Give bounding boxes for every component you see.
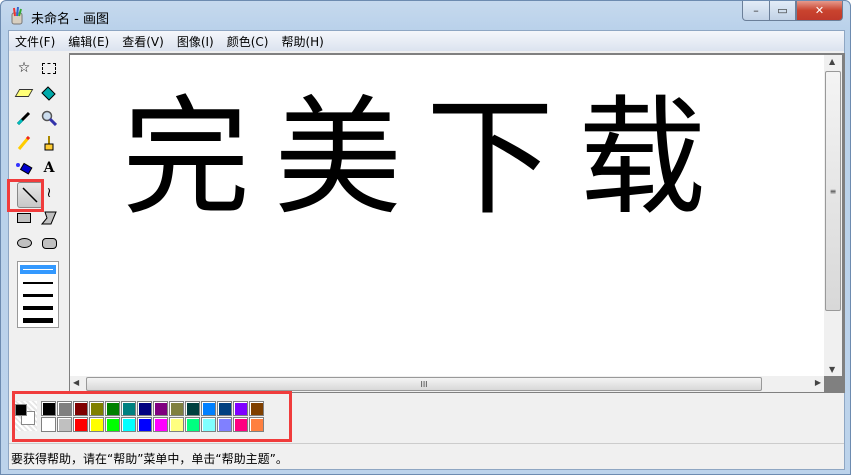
paint-app-icon [11, 7, 23, 25]
status-text: 要获得帮助，请在“帮助”菜单中，单击“帮助主题”。 [11, 452, 288, 466]
magnifier-icon[interactable] [38, 107, 60, 129]
rect-select-icon[interactable] [38, 57, 60, 79]
toolbox: ☆ A ≀ [9, 53, 66, 393]
highlight-palette [12, 391, 292, 442]
airbrush-icon[interactable] [13, 157, 35, 179]
paint-window: 未命名 - 画图 – ▭ ✕ 文件(F) 编辑(E) 查看(V) 图像(I) 颜… [0, 0, 851, 475]
menu-edit[interactable]: 编辑(E) [68, 33, 109, 50]
minimize-button[interactable]: – [742, 1, 770, 21]
maximize-button[interactable]: ▭ [769, 1, 796, 21]
color-picker-icon[interactable] [13, 107, 35, 129]
vertical-scroll-thumb[interactable]: ≡ [825, 71, 841, 311]
eraser-icon[interactable] [13, 82, 35, 104]
fill-bucket-icon[interactable] [38, 82, 60, 104]
line-width-selector [17, 261, 59, 328]
window-title: 未命名 - 画图 [31, 12, 109, 27]
scroll-up-arrow-icon[interactable]: ▲ [829, 57, 835, 66]
menu-view[interactable]: 查看(V) [122, 33, 164, 50]
scroll-down-arrow-icon[interactable]: ▼ [829, 365, 835, 374]
menu-image[interactable]: 图像(I) [177, 33, 214, 50]
canvas-area: 完美下载 ▲ ≡ ▼ ◀ III ▶ [69, 53, 845, 393]
handwritten-drawing-text: 完美下载 [122, 84, 731, 233]
ellipse-icon[interactable] [13, 232, 35, 254]
line-width-3[interactable] [23, 294, 53, 297]
horizontal-scroll-thumb[interactable]: III [86, 377, 762, 391]
scroll-left-arrow-icon[interactable]: ◀ [73, 378, 79, 387]
line-width-5[interactable] [23, 318, 53, 323]
drawing-canvas[interactable]: 完美下载 [70, 55, 824, 376]
menu-bar: 文件(F) 编辑(E) 查看(V) 图像(I) 颜色(C) 帮助(H) [9, 31, 844, 51]
pencil-icon[interactable] [13, 132, 35, 154]
menu-help[interactable]: 帮助(H) [281, 33, 323, 50]
highlight-line-tool [7, 179, 44, 212]
free-select-icon[interactable]: ☆ [13, 57, 35, 79]
line-width-4[interactable] [23, 306, 53, 310]
line-width-1[interactable] [23, 269, 53, 270]
menu-file[interactable]: 文件(F) [15, 33, 55, 50]
menu-colors[interactable]: 颜色(C) [227, 33, 269, 50]
rounded-rectangle-icon[interactable] [38, 232, 60, 254]
scroll-right-arrow-icon[interactable]: ▶ [815, 378, 821, 387]
status-bar: 要获得帮助，请在“帮助”菜单中，单击“帮助主题”。 [9, 443, 844, 469]
line-width-2[interactable] [23, 282, 53, 284]
close-button[interactable]: ✕ [796, 1, 843, 21]
horizontal-scrollbar[interactable]: ◀ III ▶ [70, 376, 824, 392]
brush-icon[interactable] [38, 132, 60, 154]
text-icon[interactable]: A [38, 157, 60, 179]
vertical-scrollbar[interactable]: ▲ ≡ ▼ [824, 55, 842, 376]
